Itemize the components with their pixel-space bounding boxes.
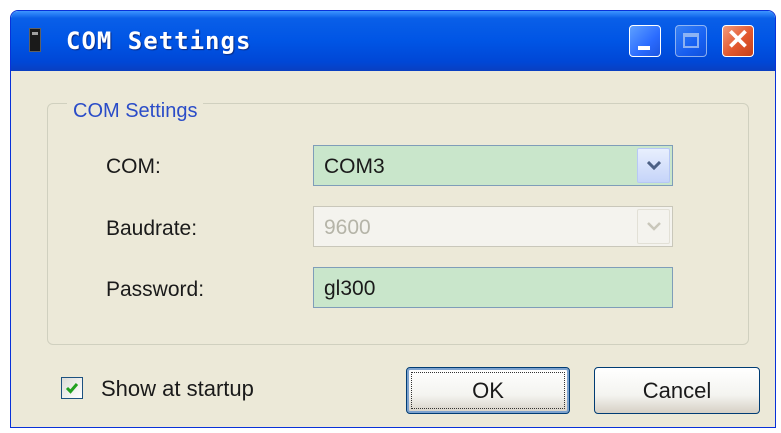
maximize-icon: [683, 33, 699, 48]
baudrate-select-value: 9600: [324, 216, 371, 239]
baudrate-select: 9600: [313, 206, 673, 247]
password-value: gl300: [324, 277, 376, 300]
com-dropdown-button[interactable]: [637, 148, 670, 183]
com-select-value: COM3: [324, 155, 385, 178]
title-bar[interactable]: COM Settings ✕: [11, 11, 775, 71]
show-at-startup-checkbox[interactable]: [61, 377, 83, 399]
maximize-button: [675, 25, 707, 57]
window-title: COM Settings: [66, 27, 252, 55]
group-legend: COM Settings: [67, 100, 204, 122]
checkmark-icon: [65, 383, 79, 394]
close-icon: ✕: [726, 24, 750, 55]
chevron-down-icon: [647, 222, 661, 231]
ok-button[interactable]: OK: [406, 367, 570, 414]
close-button[interactable]: ✕: [722, 24, 754, 57]
minimize-icon: [638, 46, 650, 50]
show-at-startup-label[interactable]: Show at startup: [101, 376, 254, 402]
password-label: Password:: [106, 278, 205, 301]
minimize-button[interactable]: [629, 25, 661, 57]
baudrate-label: Baudrate:: [106, 217, 198, 240]
cancel-button[interactable]: Cancel: [594, 367, 760, 414]
com-select[interactable]: COM3: [313, 145, 673, 186]
com-settings-dialog: COM Settings ✕ COM Settings COM: COM3 Ba…: [10, 10, 776, 428]
com-label: COM:: [106, 155, 161, 178]
focus-rectangle: [411, 372, 565, 409]
app-icon: [29, 28, 41, 52]
baudrate-dropdown-button: [637, 209, 670, 244]
password-field[interactable]: gl300: [313, 267, 673, 308]
chevron-down-icon: [647, 161, 661, 171]
cancel-button-label: Cancel: [642, 378, 712, 403]
